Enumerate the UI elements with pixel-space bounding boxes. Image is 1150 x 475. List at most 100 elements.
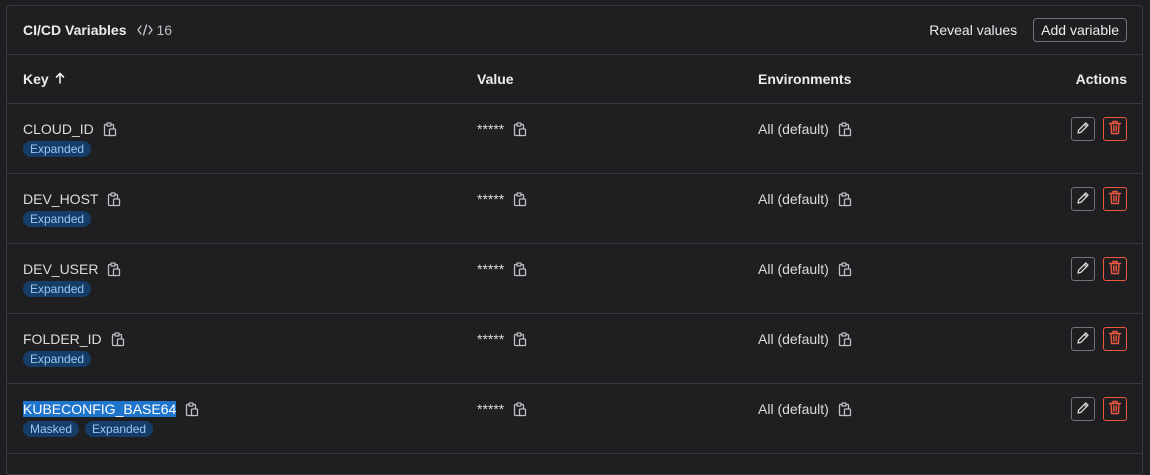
delete-button[interactable] bbox=[1103, 117, 1127, 141]
edit-button[interactable] bbox=[1071, 397, 1095, 421]
copy-icon[interactable] bbox=[512, 191, 528, 207]
copy-icon[interactable] bbox=[837, 121, 853, 137]
arrow-up-icon bbox=[54, 71, 66, 87]
copy-icon[interactable] bbox=[837, 261, 853, 277]
pencil-icon bbox=[1076, 121, 1090, 138]
variable-key: FOLDER_ID bbox=[23, 331, 102, 347]
column-key[interactable]: Key bbox=[23, 71, 66, 87]
table-header: Key Value Environments Actions bbox=[7, 55, 1142, 104]
table-row: DEV_USER Expanded ***** All (default) bbox=[7, 244, 1142, 314]
variable-key: CLOUD_ID bbox=[23, 121, 94, 137]
status-badge: Expanded bbox=[23, 141, 92, 157]
badge-group: Masked Expanded bbox=[23, 421, 154, 437]
title-group: CI/CD Variables 16 bbox=[23, 22, 172, 38]
pencil-icon bbox=[1076, 191, 1090, 208]
copy-icon[interactable] bbox=[837, 331, 853, 347]
key-cell: CLOUD_ID bbox=[23, 121, 118, 137]
status-badge: Expanded bbox=[23, 281, 92, 297]
pencil-icon bbox=[1076, 401, 1090, 418]
variable-environment: All (default) bbox=[758, 401, 829, 417]
header-actions: Reveal values Add variable bbox=[929, 18, 1127, 42]
pencil-icon bbox=[1076, 261, 1090, 278]
table-row: CLOUD_ID Expanded ***** All (default) bbox=[7, 104, 1142, 174]
variable-value: ***** bbox=[477, 401, 505, 417]
key-cell: FOLDER_ID bbox=[23, 331, 126, 347]
table-body: CLOUD_ID Expanded ***** All (default) DE… bbox=[7, 104, 1142, 454]
copy-icon[interactable] bbox=[837, 401, 853, 417]
variable-value: ***** bbox=[477, 261, 505, 277]
value-cell: ***** bbox=[477, 331, 528, 347]
key-cell: KUBECONFIG_BASE64 bbox=[23, 401, 200, 417]
row-actions bbox=[1071, 187, 1127, 211]
table-row: FOLDER_ID Expanded ***** All (default) bbox=[7, 314, 1142, 384]
trash-icon bbox=[1108, 330, 1122, 348]
environment-cell: All (default) bbox=[758, 121, 853, 137]
key-cell: DEV_HOST bbox=[23, 191, 122, 207]
reveal-values-button[interactable]: Reveal values bbox=[929, 22, 1017, 38]
trash-icon bbox=[1108, 120, 1122, 138]
badge-group: Expanded bbox=[23, 141, 92, 157]
column-actions: Actions bbox=[1075, 71, 1127, 87]
edit-button[interactable] bbox=[1071, 257, 1095, 281]
variable-value: ***** bbox=[477, 121, 505, 137]
badge-group: Expanded bbox=[23, 351, 92, 367]
panel-title: CI/CD Variables bbox=[23, 22, 127, 38]
status-badge: Expanded bbox=[85, 421, 154, 437]
value-cell: ***** bbox=[477, 191, 528, 207]
copy-icon[interactable] bbox=[512, 261, 528, 277]
variable-count: 16 bbox=[136, 22, 173, 38]
row-actions bbox=[1071, 257, 1127, 281]
variable-environment: All (default) bbox=[758, 331, 829, 347]
copy-icon[interactable] bbox=[184, 401, 200, 417]
column-value: Value bbox=[477, 71, 514, 87]
key-cell: DEV_USER bbox=[23, 261, 122, 277]
copy-icon[interactable] bbox=[512, 401, 528, 417]
column-environments: Environments bbox=[758, 71, 852, 87]
copy-icon[interactable] bbox=[512, 121, 528, 137]
value-cell: ***** bbox=[477, 401, 528, 417]
row-actions bbox=[1071, 327, 1127, 351]
environment-cell: All (default) bbox=[758, 331, 853, 347]
code-icon bbox=[136, 23, 153, 37]
variable-value: ***** bbox=[477, 331, 505, 347]
copy-icon[interactable] bbox=[102, 121, 118, 137]
status-badge: Expanded bbox=[23, 351, 92, 367]
copy-icon[interactable] bbox=[837, 191, 853, 207]
status-badge: Masked bbox=[23, 421, 80, 437]
environment-cell: All (default) bbox=[758, 191, 853, 207]
add-variable-button[interactable]: Add variable bbox=[1033, 18, 1127, 42]
environment-cell: All (default) bbox=[758, 261, 853, 277]
copy-icon[interactable] bbox=[106, 191, 122, 207]
edit-button[interactable] bbox=[1071, 117, 1095, 141]
variable-environment: All (default) bbox=[758, 121, 829, 137]
row-actions bbox=[1071, 117, 1127, 141]
variable-environment: All (default) bbox=[758, 261, 829, 277]
trash-icon bbox=[1108, 260, 1122, 278]
delete-button[interactable] bbox=[1103, 257, 1127, 281]
variable-key: DEV_USER bbox=[23, 261, 99, 277]
delete-button[interactable] bbox=[1103, 327, 1127, 351]
table-row: KUBECONFIG_BASE64 Masked Expanded ***** A… bbox=[7, 384, 1142, 454]
trash-icon bbox=[1108, 400, 1122, 418]
variable-key: DEV_HOST bbox=[23, 191, 99, 207]
edit-button[interactable] bbox=[1071, 187, 1095, 211]
variable-environment: All (default) bbox=[758, 191, 829, 207]
ci-cd-variables-panel: CI/CD Variables 16 Reveal values Add var… bbox=[6, 5, 1143, 475]
row-actions bbox=[1071, 397, 1127, 421]
value-cell: ***** bbox=[477, 261, 528, 277]
pencil-icon bbox=[1076, 331, 1090, 348]
variable-count-value: 16 bbox=[156, 22, 173, 38]
delete-button[interactable] bbox=[1103, 187, 1127, 211]
edit-button[interactable] bbox=[1071, 327, 1095, 351]
value-cell: ***** bbox=[477, 121, 528, 137]
delete-button[interactable] bbox=[1103, 397, 1127, 421]
copy-icon[interactable] bbox=[512, 331, 528, 347]
panel-header: CI/CD Variables 16 Reveal values Add var… bbox=[7, 6, 1142, 55]
copy-icon[interactable] bbox=[110, 331, 126, 347]
status-badge: Expanded bbox=[23, 211, 92, 227]
table-row: DEV_HOST Expanded ***** All (default) bbox=[7, 174, 1142, 244]
column-key-label: Key bbox=[23, 71, 49, 87]
variable-key: KUBECONFIG_BASE64 bbox=[23, 401, 177, 417]
copy-icon[interactable] bbox=[106, 261, 122, 277]
variable-value: ***** bbox=[477, 191, 505, 207]
